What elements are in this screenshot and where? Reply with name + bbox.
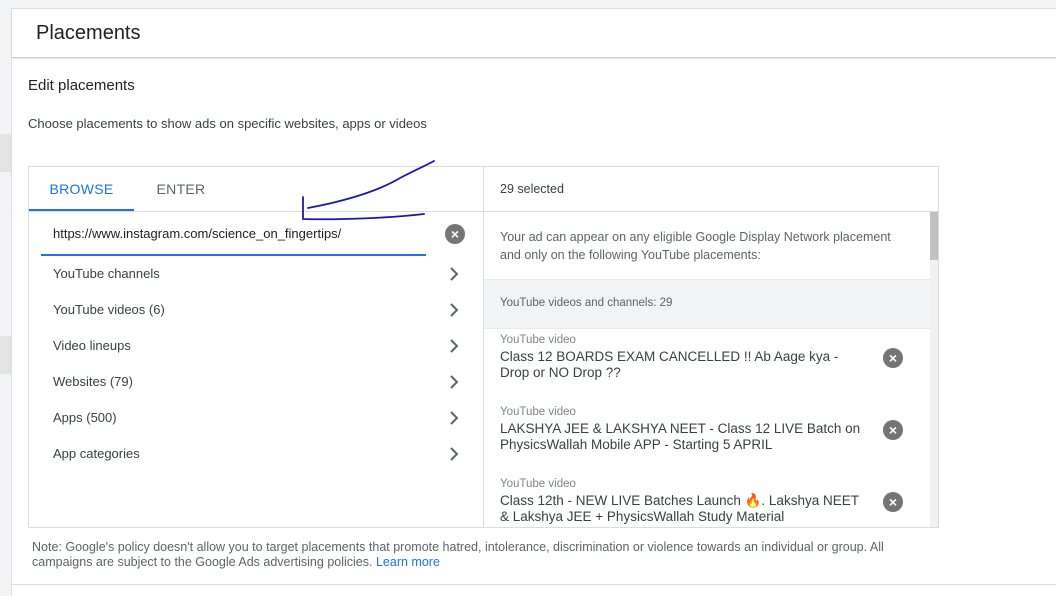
category-list: YouTube channels YouTube videos (6) Vide… — [29, 256, 483, 472]
chevron-right-icon — [447, 372, 461, 392]
group-header: YouTube videos and channels: 29 — [484, 279, 930, 329]
category-item-apps[interactable]: Apps (500) — [29, 400, 483, 436]
category-label: Video lineups — [53, 338, 131, 353]
category-item-app-categories[interactable]: App categories — [29, 436, 483, 472]
scrollbar[interactable] — [930, 212, 938, 527]
scrollbar-thumb[interactable] — [930, 212, 938, 260]
remove-icon[interactable]: × — [883, 420, 903, 440]
list-item: YouTube video Class 12 BOARDS EXAM CANCE… — [484, 328, 930, 400]
browse-pane: BROWSE ENTER × YouTube channels YouTube … — [29, 167, 484, 527]
chevron-right-icon — [447, 264, 461, 284]
item-title: Class 12th - NEW LIVE Batches Launch 🔥. … — [500, 493, 859, 524]
list-item: YouTube video Class 12th - NEW LIVE Batc… — [484, 472, 930, 527]
remove-icon[interactable]: × — [883, 348, 903, 368]
close-circle-icon[interactable]: × — [445, 224, 465, 244]
panel-header: Placements — [12, 9, 1056, 58]
chevron-right-icon — [447, 408, 461, 428]
category-item-video-lineups[interactable]: Video lineups — [29, 328, 483, 364]
tab-browse[interactable]: BROWSE — [29, 167, 134, 211]
category-label: YouTube videos (6) — [53, 302, 165, 317]
group-label: YouTube videos and channels: 29 — [500, 297, 673, 309]
item-title: Class 12 BOARDS EXAM CANCELLED !! Ab Aag… — [500, 349, 839, 380]
category-item-youtube-videos[interactable]: YouTube videos (6) — [29, 292, 483, 328]
info-text: Your ad can appear on any eligible Googl… — [500, 230, 891, 262]
left-strip — [0, 336, 11, 374]
tab-enter[interactable]: ENTER — [141, 167, 221, 211]
placement-picker: BROWSE ENTER × YouTube channels YouTube … — [28, 166, 939, 528]
item-type: YouTube video — [500, 478, 576, 490]
section-title: Edit placements — [28, 77, 135, 94]
search-input[interactable] — [53, 222, 423, 244]
chevron-right-icon — [447, 336, 461, 356]
page-title: Placements — [36, 22, 141, 44]
category-item-websites[interactable]: Websites (79) — [29, 364, 483, 400]
selected-header: 29 selected — [484, 167, 938, 212]
category-item-youtube-channels[interactable]: YouTube channels — [29, 256, 483, 292]
item-type: YouTube video — [500, 334, 576, 346]
category-label: Websites (79) — [53, 374, 133, 389]
category-label: Apps (500) — [53, 410, 117, 425]
tab-bar: BROWSE ENTER — [29, 167, 483, 212]
category-label: App categories — [53, 446, 140, 461]
chevron-right-icon — [447, 300, 461, 320]
note-text: Note: Google's policy doesn't allow you … — [32, 540, 884, 569]
remove-icon[interactable]: × — [883, 492, 903, 512]
divider — [12, 584, 1056, 585]
chevron-right-icon — [447, 444, 461, 464]
search-row: × — [29, 212, 483, 256]
item-title: LAKSHYA JEE & LAKSHYA NEET - Class 12 LI… — [500, 421, 861, 452]
category-label: YouTube channels — [53, 266, 160, 281]
item-type: YouTube video — [500, 406, 576, 418]
left-strip — [0, 134, 11, 172]
list-item: YouTube video LAKSHYA JEE & LAKSHYA NEET… — [484, 400, 930, 472]
learn-more-link[interactable]: Learn more — [376, 555, 440, 569]
selected-count: 29 selected — [500, 182, 564, 196]
policy-note: Note: Google's policy doesn't allow you … — [32, 540, 932, 570]
placements-panel: Placements Edit placements Choose placem… — [11, 8, 1056, 596]
selected-list[interactable]: Your ad can appear on any eligible Googl… — [484, 212, 930, 527]
section-description: Choose placements to show ads on specifi… — [28, 116, 427, 131]
selected-pane: 29 selected Your ad can appear on any el… — [484, 167, 938, 527]
